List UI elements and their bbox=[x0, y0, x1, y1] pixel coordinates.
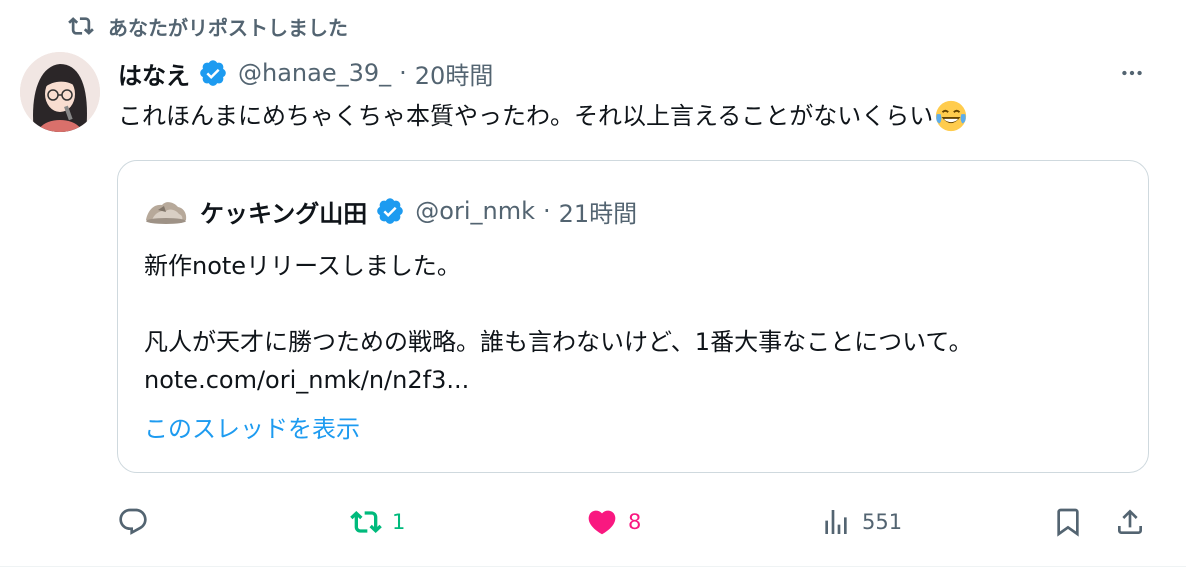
divider bbox=[0, 566, 1186, 567]
separator-dot: · bbox=[399, 59, 407, 87]
share-icon bbox=[1118, 509, 1142, 534]
bookmark-button[interactable] bbox=[1052, 500, 1084, 544]
quoted-tweet-card[interactable]: ケッキング山田 @ori_nmk · 21時間 新作noteリリースしました。 … bbox=[117, 160, 1149, 473]
more-icon bbox=[1122, 70, 1142, 76]
social-context[interactable]: あなたがリポストしました bbox=[68, 8, 348, 44]
avatar[interactable] bbox=[20, 52, 100, 132]
quoted-author-avatar[interactable] bbox=[144, 196, 188, 226]
show-thread-link[interactable]: このスレッドを表示 bbox=[144, 409, 360, 444]
action-bar: 1 8 551 bbox=[0, 500, 1186, 544]
tweet-text-content: これほんまにめちゃくちゃ本質やったわ。それ以上言えることがないくらい bbox=[118, 102, 934, 130]
author-handle[interactable]: @hanae_39_ bbox=[238, 59, 391, 87]
repost-icon bbox=[68, 17, 94, 35]
quoted-link[interactable]: note.com/ori_nmk/n/n2f3... bbox=[144, 361, 973, 399]
quoted-text-line: 新作noteリリースしました。 bbox=[144, 252, 461, 280]
quoted-author-name[interactable]: ケッキング山田 bbox=[200, 194, 367, 229]
views-count: 551 bbox=[862, 510, 903, 534]
heart-icon bbox=[588, 510, 616, 535]
like-button[interactable]: 8 bbox=[586, 500, 641, 544]
verified-badge-icon[interactable] bbox=[375, 196, 405, 226]
reply-icon bbox=[119, 508, 147, 535]
repost-icon bbox=[350, 511, 382, 533]
laughing-tears-emoji-icon bbox=[936, 100, 967, 132]
quoted-tweet-header: ケッキング山田 @ori_nmk · 21時間 bbox=[144, 191, 637, 231]
author-name[interactable]: はなえ bbox=[118, 56, 190, 91]
views-button[interactable]: 551 bbox=[820, 500, 902, 544]
quoted-author-handle[interactable]: @ori_nmk bbox=[415, 197, 535, 225]
tweet-header: はなえ @hanae_39_ · 20時間 bbox=[118, 54, 493, 92]
more-options-button[interactable] bbox=[1114, 58, 1150, 88]
social-context-label: あなたがリポストしました bbox=[108, 15, 348, 40]
repost-count: 1 bbox=[392, 510, 406, 534]
quoted-tweet-body: 新作noteリリースしました。 凡人が天才に勝つための戦略。誰も言わないけど、1… bbox=[144, 247, 973, 399]
views-icon bbox=[825, 510, 847, 534]
quoted-text-line: 凡人が天才に勝つための戦略。誰も言わないけど、1番大事なことについて。 bbox=[144, 328, 973, 356]
separator-dot: · bbox=[543, 197, 551, 225]
timestamp[interactable]: 20時間 bbox=[415, 56, 494, 91]
verified-badge-icon[interactable] bbox=[198, 58, 228, 88]
avatar-image bbox=[20, 52, 100, 132]
quoted-timestamp[interactable]: 21時間 bbox=[559, 194, 638, 229]
repost-button[interactable]: 1 bbox=[350, 500, 405, 544]
tweet-text: これほんまにめちゃくちゃ本質やったわ。それ以上言えることがないくらい bbox=[118, 95, 968, 137]
reply-button[interactable] bbox=[117, 500, 159, 544]
share-button[interactable] bbox=[1114, 500, 1146, 544]
bookmark-icon bbox=[1057, 508, 1079, 537]
like-count: 8 bbox=[628, 510, 642, 534]
